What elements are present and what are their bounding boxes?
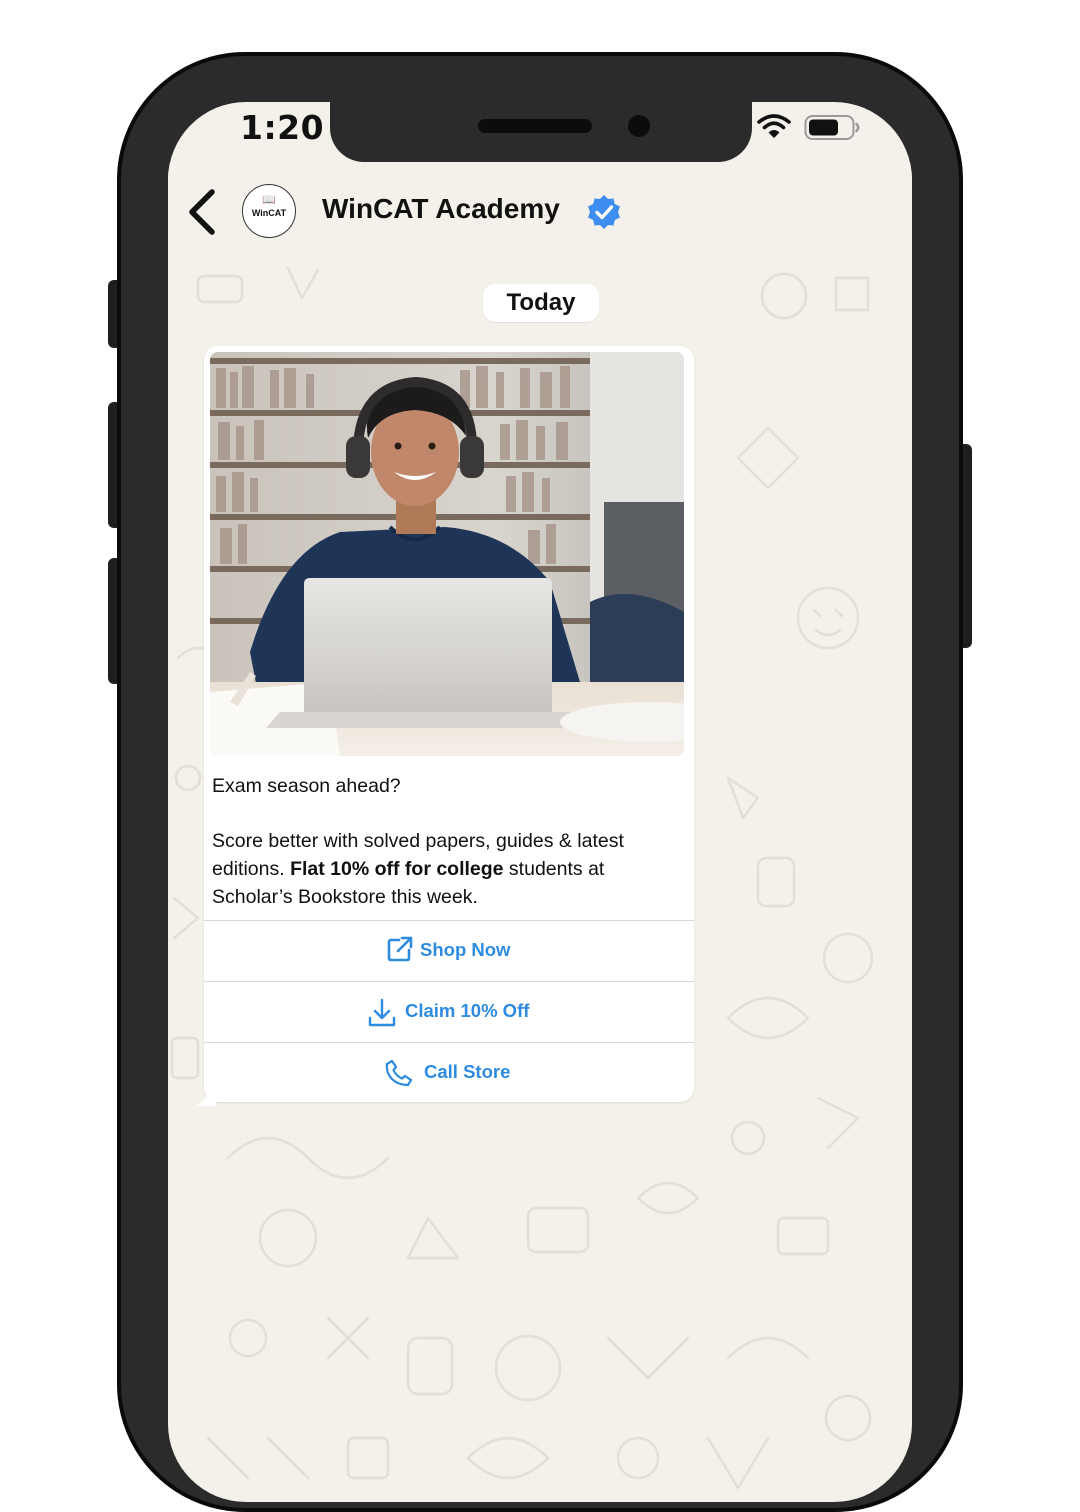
- wifi-icon: [757, 114, 791, 138]
- message-line-1: Exam season ahead?: [212, 775, 401, 797]
- date-separator: Today: [483, 284, 599, 322]
- download-icon: [368, 998, 396, 1027]
- notch: [330, 102, 752, 162]
- message-text: Exam season ahead? Score better with sol…: [212, 772, 682, 911]
- shop-now-button[interactable]: Shop Now: [204, 920, 694, 981]
- message-bold-offer: Flat 10% off for college: [290, 858, 504, 880]
- contact-name[interactable]: WinCAT Academy: [322, 193, 560, 225]
- chat-area[interactable]: Today Exam season ahead? Score better wi…: [168, 258, 912, 1502]
- phone-screen: 1:20 📖 WinCAT WinCAT Academy Today Exam …: [168, 102, 912, 1502]
- avatar[interactable]: 📖 WinCAT: [242, 184, 296, 238]
- claim-offer-button[interactable]: Claim 10% Off: [204, 981, 694, 1042]
- message-paragraph-2: Score better with solved papers, guides …: [212, 827, 682, 911]
- back-chevron-icon[interactable]: [184, 188, 220, 236]
- call-store-label: Call Store: [424, 1061, 511, 1082]
- chat-header: 📖 WinCAT WinCAT Academy: [168, 162, 912, 258]
- call-store-button[interactable]: Call Store: [204, 1042, 694, 1103]
- phone-icon: [385, 1059, 413, 1087]
- status-time: 1:20: [240, 108, 325, 147]
- message-bubble: Exam season ahead? Score better with sol…: [196, 346, 694, 1106]
- external-link-icon: [387, 936, 413, 962]
- avatar-logo-text: WinCAT: [251, 208, 287, 218]
- speaker: [478, 119, 592, 133]
- front-camera: [628, 115, 650, 137]
- logo-mark-icon: 📖: [262, 194, 276, 206]
- student-laptop-photo: [210, 352, 684, 756]
- claim-offer-label: Claim 10% Off: [405, 1000, 530, 1021]
- shop-now-label: Shop Now: [420, 939, 511, 960]
- battery-icon: [804, 115, 860, 140]
- verified-badge-icon: [588, 195, 620, 229]
